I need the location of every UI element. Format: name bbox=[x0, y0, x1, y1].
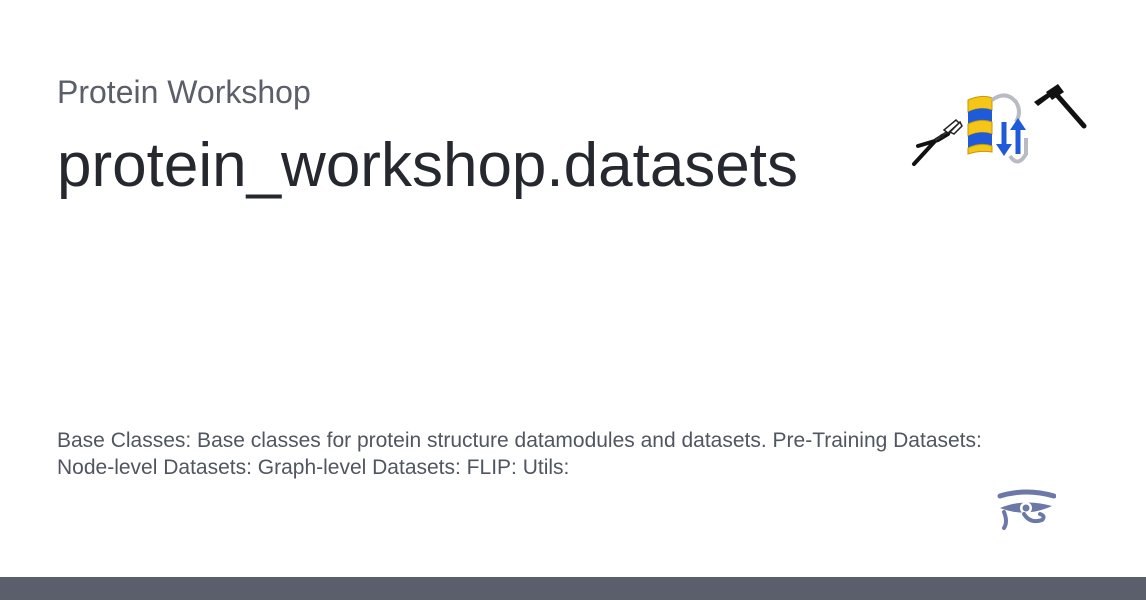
pliers-icon bbox=[912, 118, 963, 166]
protein-helix-icon bbox=[967, 95, 993, 155]
eye-of-horus-icon bbox=[997, 489, 1056, 530]
protein-strand-icon bbox=[990, 93, 1028, 164]
site-name: Protein Workshop bbox=[57, 74, 311, 110]
protein-workshop-logo-icon bbox=[912, 84, 1087, 166]
footer-bar bbox=[0, 577, 1146, 600]
page-title: protein_workshop.datasets bbox=[57, 131, 799, 200]
social-card: Protein Workshop protein_workshop.datase… bbox=[0, 0, 1146, 600]
hammer-icon bbox=[1034, 84, 1087, 129]
page-description: Base Classes: Base classes for protein s… bbox=[57, 429, 982, 479]
